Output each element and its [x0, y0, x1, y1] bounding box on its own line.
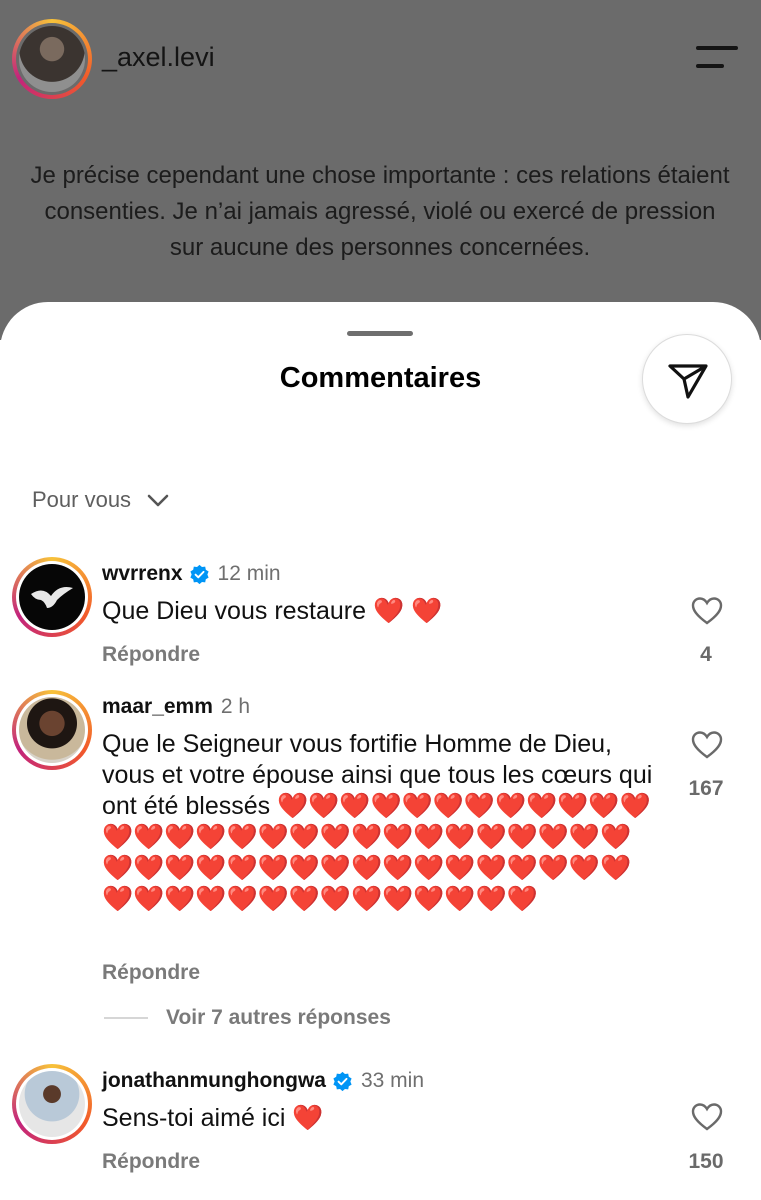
reply-button[interactable]: Répondre: [102, 1150, 200, 1174]
avatar[interactable]: [12, 690, 92, 770]
reply-button[interactable]: Répondre: [102, 961, 200, 985]
like-count: 4: [700, 643, 712, 666]
comment-text: Que le Seigneur vous fortifie Homme de D…: [102, 729, 657, 915]
comment-username[interactable]: jonathanmunghongwa: [102, 1069, 326, 1093]
comment-meta: maar_emm 2 h: [102, 695, 250, 719]
reply-button[interactable]: Répondre: [102, 643, 200, 667]
avatar[interactable]: [12, 557, 92, 637]
comment-item: wvrrenx 12 min Que Dieu vous restaure ❤️…: [0, 557, 761, 677]
like-count: 150: [688, 1150, 724, 1173]
comment-meta: jonathanmunghongwa 33 min: [102, 1069, 424, 1093]
comment-body: Sens-toi aimé ici: [102, 1104, 293, 1132]
like-count: 167: [688, 777, 724, 800]
comment-item: maar_emm 2 h Que le Seigneur vous fortif…: [0, 690, 761, 1050]
view-more-replies-button[interactable]: Voir 7 autres réponses: [104, 1006, 391, 1030]
post-author-avatar[interactable]: [12, 19, 92, 99]
hamburger-menu-icon[interactable]: [696, 46, 738, 70]
heart-outline-icon[interactable]: [691, 730, 723, 760]
dove-icon: [31, 587, 73, 608]
comment-text: Que Dieu vous restaure ❤️ ❤️: [102, 596, 662, 627]
sort-label: Pour vous: [32, 487, 132, 512]
post-backdrop: _axel.levi Je précise cependant une chos…: [0, 0, 761, 340]
heart-emojis: ❤️: [292, 1104, 324, 1132]
comment-text: Sens-toi aimé ici ❤️: [102, 1103, 662, 1134]
heart-emojis: ❤️ ❤️: [372, 597, 443, 625]
post-caption: Je précise cependant une chose important…: [30, 162, 730, 261]
post-author-username[interactable]: _axel.levi: [102, 42, 215, 73]
sheet-drag-handle[interactable]: [347, 331, 413, 336]
comment-time: 33 min: [360, 1069, 425, 1092]
post-header: _axel.levi: [0, 0, 761, 110]
comment-time: 12 min: [217, 562, 281, 585]
comment-username[interactable]: maar_emm: [102, 695, 213, 719]
more-replies-label: Voir 7 autres réponses: [166, 1006, 391, 1029]
paper-plane-icon: [668, 364, 708, 399]
sort-dropdown[interactable]: Pour vous: [32, 485, 169, 515]
comment-meta: wvrrenx 12 min: [102, 562, 281, 586]
comment-item: jonathanmunghongwa 33 min Sens-toi aimé …: [0, 1064, 761, 1184]
comment-body: Que Dieu vous restaure: [102, 597, 373, 625]
avatar[interactable]: [12, 1064, 92, 1144]
share-button[interactable]: [642, 334, 732, 424]
replies-divider: [104, 1017, 148, 1019]
comment-time: 2 h: [220, 695, 251, 718]
heart-outline-icon[interactable]: [691, 596, 723, 626]
heart-outline-icon[interactable]: [691, 1102, 723, 1132]
verified-badge-icon: [189, 564, 209, 584]
comment-username[interactable]: wvrrenx: [102, 562, 183, 586]
verified-badge-icon: [333, 1071, 352, 1091]
chevron-down-icon: [147, 494, 169, 507]
